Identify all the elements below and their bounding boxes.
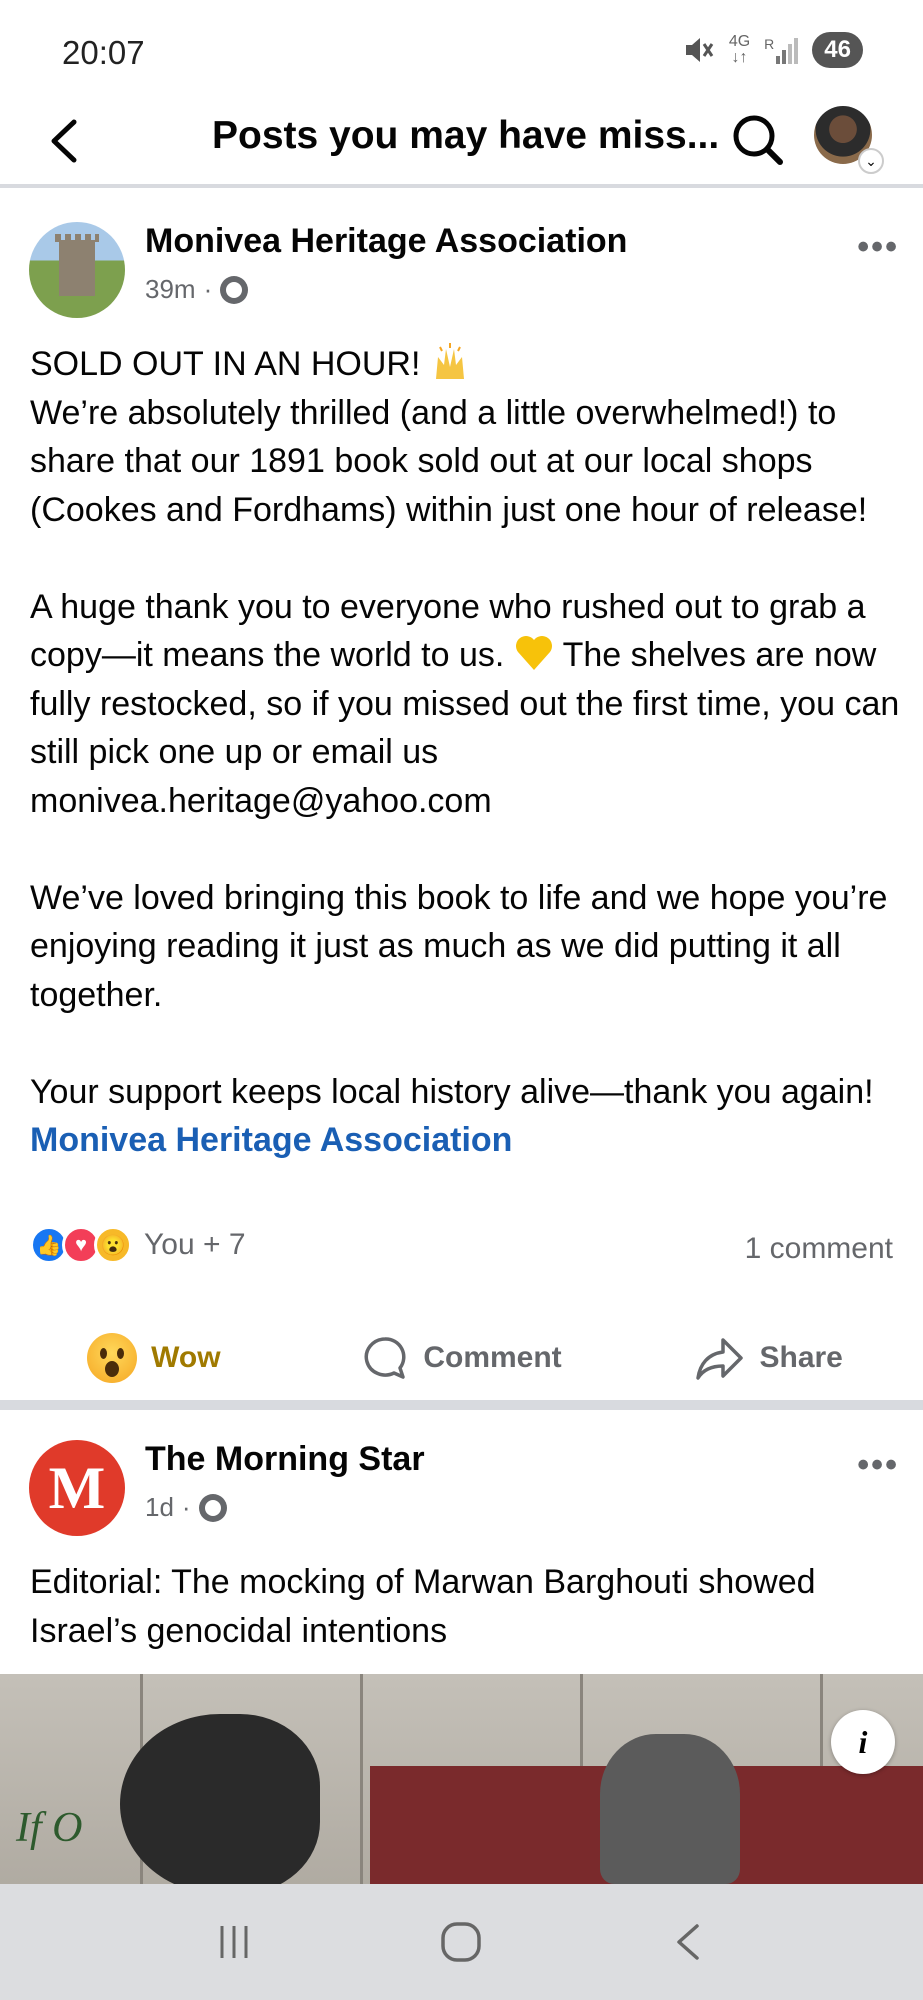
yellow-heart-emoji-icon: [515, 636, 552, 670]
feed-post: Monivea Heritage Association 39m · ••• S…: [0, 192, 923, 1398]
post-paragraph: [30, 825, 900, 874]
post-sentence: Your support keeps local history alive—t…: [30, 1072, 874, 1111]
status-icons: 4G ↓↑ R 46: [683, 32, 863, 68]
signal-icon: R: [764, 36, 799, 64]
wow-face-icon: [87, 1333, 138, 1383]
wow-reaction-icon: 😮: [94, 1226, 132, 1264]
morning-star-logo: M: [48, 1454, 106, 1521]
page-tag-link[interactable]: Monivea Heritage Association: [30, 1121, 512, 1159]
comment-count[interactable]: 1 comment: [745, 1232, 893, 1266]
page-title: Posts you may have miss...: [212, 114, 720, 157]
reaction-summary[interactable]: 👍 ♥ 😮 You + 7: [30, 1226, 246, 1264]
carrier-flag: R: [764, 36, 775, 52]
post-paragraph: SOLD OUT IN AN HOUR!: [30, 340, 900, 389]
share-icon: [696, 1338, 744, 1380]
page-avatar[interactable]: [29, 222, 125, 318]
mural-hands: [600, 1734, 740, 1884]
mute-icon: [685, 38, 714, 62]
top-app-bar: Posts you may have miss... ⌄: [0, 100, 923, 188]
globe-icon: [220, 275, 249, 304]
search-icon[interactable]: [728, 110, 788, 170]
raising-hands-emoji-icon: [435, 343, 464, 379]
post-paragraph: [30, 534, 900, 583]
network-indicator: 4G ↓↑: [728, 33, 751, 66]
share-label: Share: [759, 1341, 843, 1374]
post-paragraph: [30, 1019, 900, 1068]
page-avatar[interactable]: M: [29, 1440, 125, 1536]
post-meta: 39m ·: [145, 274, 249, 305]
comment-label: Comment: [423, 1341, 562, 1374]
status-time: 20:07: [62, 34, 145, 71]
post-image[interactable]: If O i: [0, 1674, 923, 1884]
post-paragraph: A huge thank you to everyone who rushed …: [30, 583, 900, 826]
home-icon[interactable]: [421, 1912, 501, 1972]
post-time[interactable]: 39m: [145, 274, 196, 305]
post-body: SOLD OUT IN AN HOUR! We’re absolutely th…: [30, 340, 900, 1165]
wow-reaction-button[interactable]: Wow: [0, 1322, 308, 1394]
post-actions: Wow Comment Share: [0, 1322, 923, 1394]
reaction-count: You + 7: [144, 1228, 246, 1261]
post-paragraph: We’re absolutely thrilled (and a little …: [30, 393, 868, 529]
more-options-icon[interactable]: •••: [857, 228, 899, 267]
recent-apps-icon[interactable]: [194, 1912, 274, 1972]
mural-portrait: [120, 1714, 320, 1884]
comment-icon: [364, 1337, 406, 1379]
back-arrow-icon[interactable]: [40, 114, 94, 168]
system-nav-bar: [0, 1884, 923, 2000]
feed-divider: [0, 1400, 923, 1410]
post-body: Editorial: The mocking of Marwan Barghou…: [30, 1563, 816, 1650]
globe-icon: [198, 1493, 227, 1522]
chevron-down-icon: ⌄: [858, 148, 884, 174]
post-author[interactable]: The Morning Star: [145, 1440, 425, 1479]
meta-separator: ·: [181, 1492, 191, 1522]
battery-icon: 46: [812, 32, 863, 68]
more-options-icon[interactable]: •••: [857, 1446, 899, 1485]
status-bar: 20:07 4G ↓↑ R 46: [0, 0, 923, 100]
post-paragraph: Your support keeps local history alive—t…: [30, 1068, 900, 1165]
meta-separator: ·: [203, 274, 213, 304]
post-meta: 1d ·: [145, 1492, 227, 1523]
wow-label: Wow: [151, 1341, 221, 1374]
profile-avatar-button[interactable]: ⌄: [814, 106, 884, 174]
graffiti-text: If O: [16, 1805, 83, 1851]
system-back-icon[interactable]: [649, 1912, 729, 1972]
info-icon[interactable]: i: [831, 1710, 895, 1774]
post-paragraph: We’ve loved bringing this book to life a…: [30, 878, 888, 1014]
post-time[interactable]: 1d: [145, 1492, 174, 1523]
network-label: 4G: [728, 33, 751, 50]
post-author[interactable]: Monivea Heritage Association: [145, 222, 627, 261]
comment-button[interactable]: Comment: [308, 1322, 616, 1394]
share-button[interactable]: Share: [615, 1322, 923, 1394]
wall-panel-line: [360, 1674, 363, 1884]
post-headline: SOLD OUT IN AN HOUR!: [30, 345, 421, 383]
